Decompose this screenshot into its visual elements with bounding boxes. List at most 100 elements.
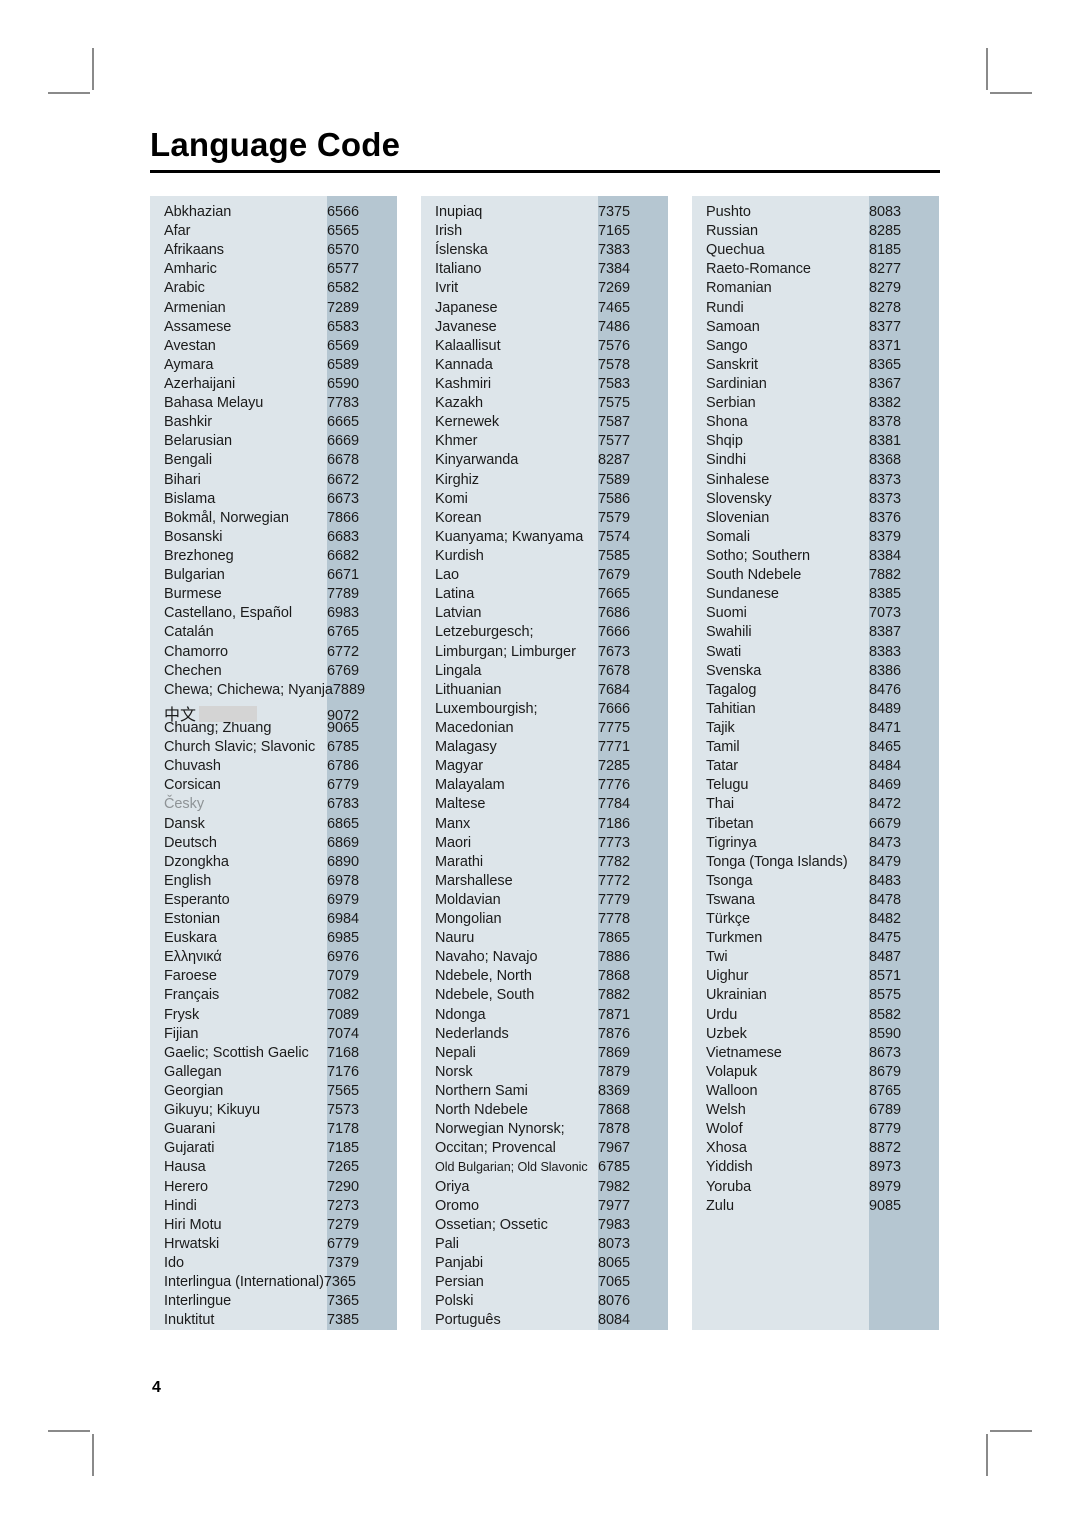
language-name: Yoruba <box>706 1178 752 1195</box>
language-code: 6779 <box>327 777 360 794</box>
language-code: 7882 <box>598 987 631 1004</box>
table-row: Bokmål, Norwegian 7866 <box>150 510 397 529</box>
table-row: Ndonga 7871 <box>421 1007 668 1026</box>
language-name: Nepali <box>435 1044 476 1061</box>
language-code: 7782 <box>598 853 631 870</box>
language-name: Česky <box>164 796 205 813</box>
language-name: Rundi <box>706 299 744 316</box>
language-code: 7686 <box>598 605 631 622</box>
language-code: 6890 <box>327 853 360 870</box>
language-name: Maori <box>435 834 472 851</box>
language-name: Manx <box>435 815 471 832</box>
language-name: Français <box>164 987 220 1004</box>
language-name: Corsican <box>164 777 221 794</box>
language-code: 8386 <box>869 662 902 679</box>
language-name: Marathi <box>435 853 483 870</box>
language-name: Japanese <box>435 299 498 316</box>
language-name: Samoan <box>706 318 760 335</box>
table-row: Oriya 7982 <box>421 1179 668 1198</box>
language-code: 6772 <box>327 643 360 660</box>
table-row: Macedonian 7775 <box>421 720 668 739</box>
language-name: Ndonga <box>435 1006 486 1023</box>
table-row: Castellano, Español 6983 <box>150 605 397 624</box>
crop-mark-bottom-right-vertical <box>986 1434 988 1476</box>
language-name: Interlingue <box>164 1293 232 1310</box>
table-row: Manx 7186 <box>421 816 668 835</box>
language-code: 6669 <box>327 433 360 450</box>
language-code: 8571 <box>869 968 902 985</box>
language-code: 7778 <box>598 911 631 928</box>
language-name: Oriya <box>435 1178 470 1195</box>
language-name: Armenian <box>164 299 226 316</box>
table-row: Ελληνικά 6976 <box>150 949 397 968</box>
language-name: Hindi <box>164 1197 197 1214</box>
table-row: Sardinian 8367 <box>692 376 939 395</box>
language-name: Norwegian Nynorsk; <box>435 1121 565 1138</box>
table-row: Esperanto 6979 <box>150 892 397 911</box>
language-name: Português <box>435 1312 501 1329</box>
language-name: Komi <box>435 490 468 507</box>
language-name: Tibetan <box>706 815 754 832</box>
language-name: Navaho; Navajo <box>435 949 538 966</box>
table-row: Bihari 6672 <box>150 472 397 491</box>
language-code: 6979 <box>327 891 360 908</box>
language-name: Chechen <box>164 662 222 679</box>
language-name: Dzongkha <box>164 853 229 870</box>
language-name: Guarani <box>164 1121 216 1138</box>
table-row: Samoan 8377 <box>692 319 939 338</box>
language-name: Old Bulgarian; Old Slavonic <box>435 1160 588 1175</box>
language-code: 6789 <box>869 1102 902 1119</box>
language-name: Wolof <box>706 1121 743 1138</box>
table-row: Uighur 8571 <box>692 968 939 987</box>
table-row: Sundanese 8385 <box>692 586 939 605</box>
language-name: Swahili <box>706 624 752 641</box>
language-name: Russian <box>706 223 759 240</box>
language-code: 8387 <box>869 624 902 641</box>
language-code: 7889 <box>332 681 365 698</box>
language-code: 7775 <box>598 719 631 736</box>
language-name: Javanese <box>435 318 497 335</box>
language-name: Ελληνικά <box>164 949 222 966</box>
language-name: Walloon <box>706 1083 758 1100</box>
title-underline-rule <box>150 170 940 173</box>
language-code: 7579 <box>598 509 631 526</box>
language-code: 6565 <box>327 223 360 240</box>
table-row: Bahasa Melayu 7783 <box>150 395 397 414</box>
language-code: 7868 <box>598 1102 631 1119</box>
language-code: 8469 <box>869 777 902 794</box>
language-name: Gaelic; Scottish Gaelic <box>164 1044 309 1061</box>
table-row: Arabic 6582 <box>150 280 397 299</box>
language-code: 6984 <box>327 911 360 928</box>
language-name: Íslenska <box>435 242 488 259</box>
language-name: Magyar <box>435 758 484 775</box>
table-row: Gujarati 7185 <box>150 1140 397 1159</box>
table-row: Telugu 8469 <box>692 777 939 796</box>
language-name: Polski <box>435 1293 474 1310</box>
language-code: 7576 <box>598 337 631 354</box>
language-name: Ido <box>164 1255 185 1272</box>
language-code: 7383 <box>598 242 631 259</box>
language-name: Svenska <box>706 662 762 679</box>
language-code: 6769 <box>327 662 360 679</box>
language-code: 6671 <box>327 567 360 584</box>
table-row: Hiri Motu 7279 <box>150 1217 397 1236</box>
language-name: Welsh <box>706 1102 746 1119</box>
redaction-box <box>198 705 257 722</box>
table-row: Tigrinya 8473 <box>692 835 939 854</box>
language-code: 6978 <box>327 872 360 889</box>
language-code: 7384 <box>598 261 631 278</box>
table-row: Xhosa 8872 <box>692 1140 939 1159</box>
language-name: Moldavian <box>435 891 501 908</box>
language-code: 7983 <box>598 1216 631 1233</box>
language-code: 7089 <box>327 1006 360 1023</box>
language-code: 8379 <box>869 528 902 545</box>
table-row: Tibetan 6679 <box>692 816 939 835</box>
table-row: Interlingue 7365 <box>150 1293 397 1312</box>
language-name: Church Slavic; Slavonic <box>164 739 316 756</box>
table-row: Inupiaq 7375 <box>421 204 668 223</box>
language-code: 7265 <box>327 1159 360 1176</box>
table-row: 中文 9072 <box>150 701 397 724</box>
table-row: Sango 8371 <box>692 338 939 357</box>
language-name: Vietnamese <box>706 1044 782 1061</box>
language-name: Bosanski <box>164 528 223 545</box>
